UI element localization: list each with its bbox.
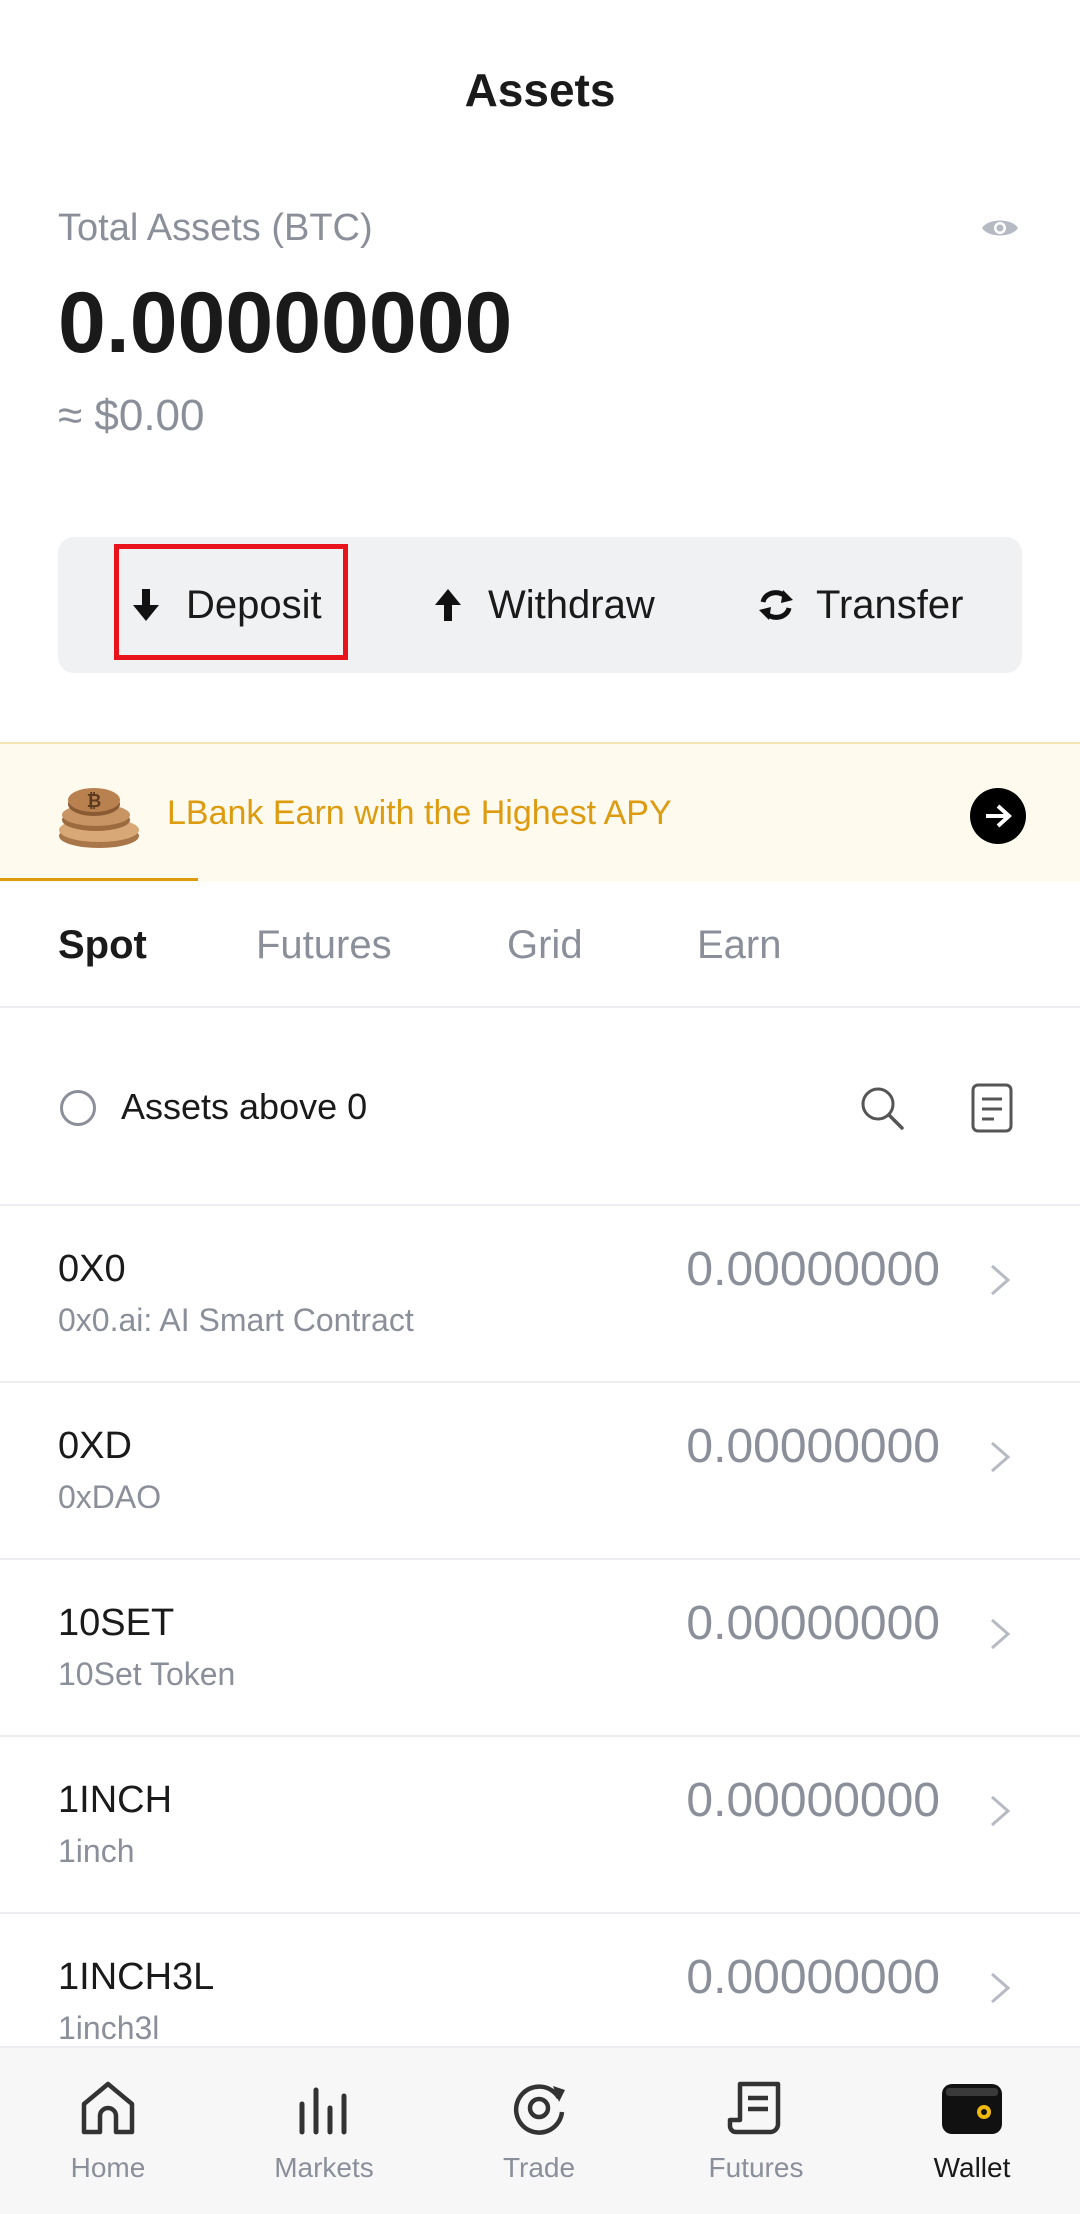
total-assets-label: Total Assets (BTC) (58, 206, 373, 249)
tab-earn[interactable]: Earn (697, 882, 782, 1008)
total-assets-fiat: ≈ $0.00 (58, 391, 205, 440)
arrow-right-icon[interactable] (970, 788, 1026, 844)
tab-grid[interactable]: Grid (507, 882, 583, 1008)
asset-balance: 0.00000000 (686, 1597, 940, 1650)
transfer-label: Transfer (816, 582, 964, 627)
action-bar: Deposit Withdraw Transfer (58, 537, 1022, 673)
total-assets-label-row: Total Assets (BTC) (58, 200, 1022, 256)
asset-name: 1inch3l (58, 2010, 160, 2046)
asset-symbol: 10SET (58, 1602, 175, 1644)
asset-list: 0X0 0x0.ai: AI Smart Contract 0.00000000… (0, 1206, 1080, 2091)
nav-markets-label: Markets (274, 2152, 374, 2183)
chevron-right-icon (988, 1968, 1012, 2008)
earn-banner[interactable]: ₿ LBank Earn with the Highest APY (0, 742, 1080, 882)
total-assets-section: Total Assets (BTC) 0.00000000 ≈ $0.00 (58, 200, 1022, 441)
nav-trade-label: Trade (502, 2152, 576, 2183)
nav-home-label: Home (70, 2152, 146, 2183)
asset-balance: 0.00000000 (686, 1420, 940, 1473)
app-header: Assets (0, 0, 1080, 180)
asset-name: 0x0.ai: AI Smart Contract (58, 1302, 414, 1338)
tab-spot[interactable]: Spot (58, 882, 147, 1008)
asset-name: 1inch (58, 1833, 135, 1869)
asset-balance: 0.00000000 (686, 1243, 940, 1296)
records-icon[interactable] (970, 1082, 1014, 1134)
asset-row[interactable]: 10SET 10Set Token 0.00000000 (0, 1560, 1080, 1737)
chevron-right-icon (988, 1791, 1012, 1831)
home-icon (76, 2076, 140, 2140)
transfer-icon (756, 585, 796, 625)
earn-banner-text: LBank Earn with the Highest APY (167, 793, 672, 832)
nav-futures-label: Futures (708, 2152, 804, 2183)
chevron-right-icon (988, 1614, 1012, 1654)
tab-futures[interactable]: Futures (256, 882, 392, 1008)
withdraw-label: Withdraw (488, 582, 655, 627)
asset-symbol: 1INCH3L (58, 1956, 215, 1998)
asset-name: 0xDAO (58, 1479, 162, 1515)
search-icon[interactable] (858, 1084, 906, 1132)
chevron-right-icon (988, 1260, 1012, 1300)
nav-markets[interactable]: Markets (244, 2048, 404, 2214)
nav-futures[interactable]: Futures (676, 2048, 836, 2214)
asset-balance: 0.00000000 (686, 1951, 940, 2004)
nav-home[interactable]: Home (28, 2048, 188, 2214)
asset-symbol: 0X0 (58, 1248, 126, 1290)
asset-row[interactable]: 1INCH 1inch 0.00000000 (0, 1737, 1080, 1914)
bottom-nav: Home Markets Trade Futures Wallet (0, 2046, 1080, 2214)
account-tabs: Spot Futures Grid Earn (0, 882, 1080, 1008)
deposit-label: Deposit (186, 582, 322, 627)
asset-symbol: 1INCH (58, 1779, 173, 1821)
coins-icon: ₿ (56, 774, 142, 854)
deposit-button[interactable]: Deposit (126, 537, 322, 673)
futures-icon (724, 2076, 788, 2140)
page-title: Assets (464, 64, 616, 116)
svg-text:₿: ₿ (87, 791, 102, 812)
asset-balance: 0.00000000 (686, 1774, 940, 1827)
wallet-icon (940, 2076, 1004, 2140)
assets-above-zero-radio[interactable] (60, 1090, 96, 1126)
nav-wallet-label: Wallet (933, 2152, 1011, 2183)
asset-row[interactable]: 0X0 0x0.ai: AI Smart Contract 0.00000000 (0, 1206, 1080, 1383)
asset-row[interactable]: 0XD 0xDAO 0.00000000 (0, 1383, 1080, 1560)
transfer-button[interactable]: Transfer (756, 537, 963, 673)
nav-trade[interactable]: Trade (459, 2048, 619, 2214)
trade-icon (507, 2076, 571, 2140)
chevron-right-icon (988, 1437, 1012, 1477)
asset-name: 10Set Token (58, 1656, 236, 1692)
eye-icon[interactable] (978, 213, 1022, 243)
banner-progress-underline (0, 878, 198, 881)
markets-icon (292, 2076, 356, 2140)
assets-above-zero-label[interactable]: Assets above 0 (121, 1086, 367, 1128)
arrow-up-icon (428, 585, 468, 625)
asset-symbol: 0XD (58, 1425, 132, 1467)
arrow-down-icon (126, 585, 166, 625)
nav-wallet[interactable]: Wallet (892, 2048, 1052, 2214)
total-assets-amount: 0.00000000 (58, 275, 513, 371)
filter-row: Assets above 0 (0, 1008, 1080, 1206)
withdraw-button[interactable]: Withdraw (428, 537, 655, 673)
